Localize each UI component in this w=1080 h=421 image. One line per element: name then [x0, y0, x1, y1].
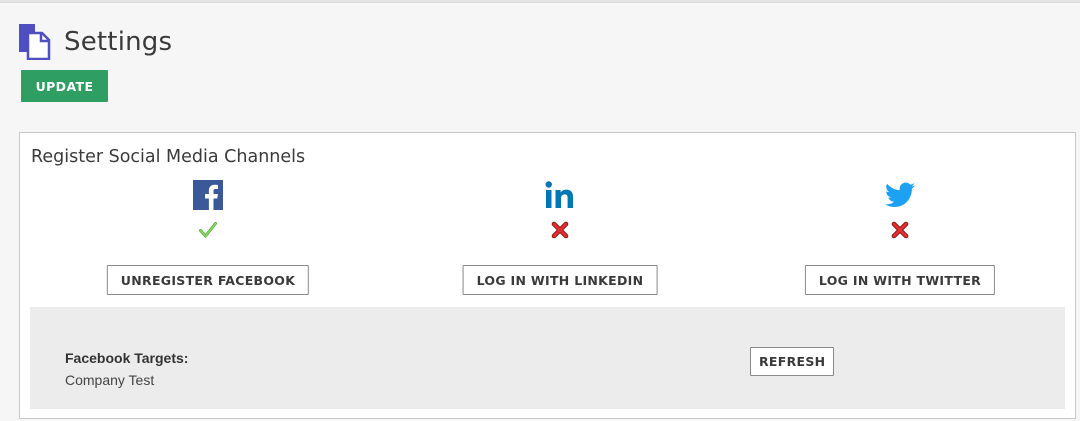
- unregister-facebook-button[interactable]: UNREGISTER FACEBOOK: [106, 265, 310, 295]
- twitter-icon: [884, 179, 916, 211]
- x-icon: [891, 221, 909, 239]
- settings-page-icon: [19, 24, 51, 60]
- panel-title: Register Social Media Channels: [31, 147, 306, 167]
- x-icon: [551, 221, 569, 239]
- social-media-panel: Register Social Media Channels UNREGISTE…: [19, 132, 1076, 419]
- page-title: Settings: [64, 27, 173, 57]
- facebook-targets-label: Facebook Targets:: [65, 350, 189, 366]
- facebook-targets-value: Company Test: [65, 372, 155, 388]
- check-icon: [199, 221, 217, 239]
- facebook-targets-section: Facebook Targets: Company Test REFRESH: [30, 307, 1065, 409]
- linkedin-icon: [544, 179, 576, 211]
- facebook-icon: [192, 179, 224, 211]
- linkedin-login-button[interactable]: LOG IN WITH LINKEDIN: [462, 265, 658, 295]
- twitter-login-button[interactable]: LOG IN WITH TWITTER: [804, 265, 996, 295]
- refresh-button[interactable]: REFRESH: [750, 347, 835, 376]
- update-button[interactable]: UPDATE: [21, 70, 108, 102]
- top-border: [0, 0, 1080, 3]
- page-header: Settings: [18, 24, 172, 60]
